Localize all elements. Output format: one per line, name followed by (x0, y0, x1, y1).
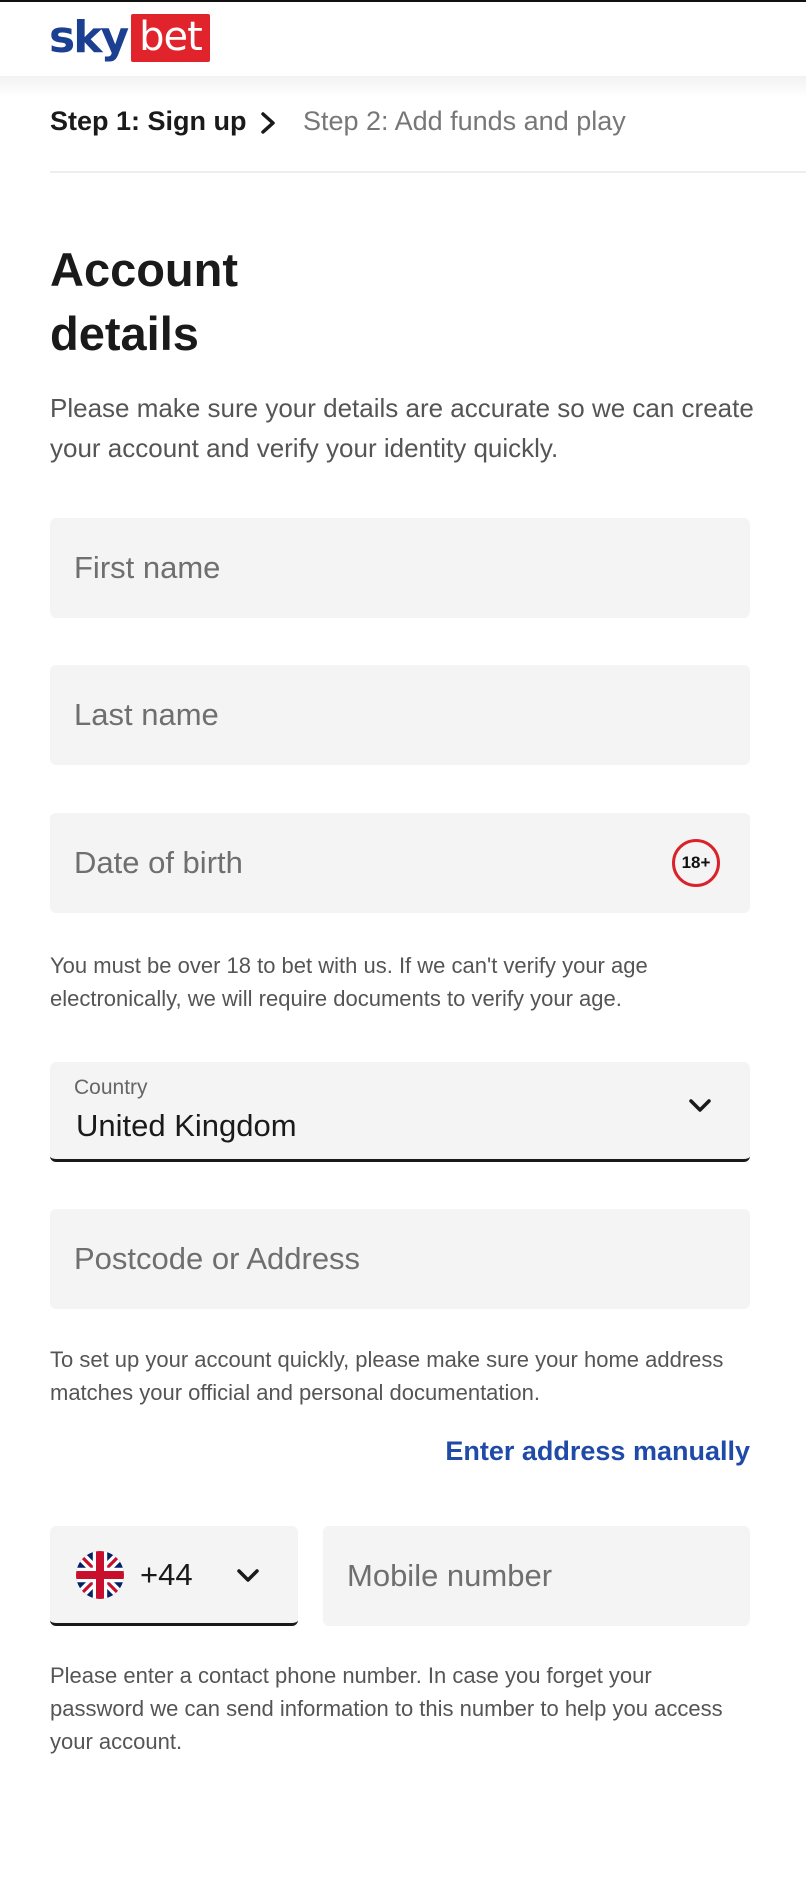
last-name-placeholder: Last name (74, 697, 219, 732)
date-of-birth-field[interactable]: Date of birth 18+ (50, 813, 750, 913)
page-title: Account details (50, 243, 238, 360)
site-header: sky bet (0, 2, 806, 76)
country-code-select[interactable]: +44 (50, 1526, 298, 1626)
date-of-birth-placeholder: Date of birth (74, 845, 243, 880)
signup-steps: Step 1: Sign up Step 2: Add funds and pl… (0, 76, 806, 172)
uk-flag-icon (76, 1551, 124, 1599)
step-2-label: Step 2: Add funds and play (303, 106, 626, 136)
phone-help-text: Please enter a contact phone number. In … (50, 1663, 723, 1754)
country-code-value: +44 (140, 1557, 193, 1592)
chevron-right-icon (261, 112, 275, 134)
steps-divider (50, 171, 806, 173)
first-name-placeholder: First name (74, 550, 221, 585)
country-label: Country (74, 1076, 148, 1099)
chevron-down-icon (237, 1569, 259, 1582)
skybet-logo[interactable]: sky bet (49, 14, 210, 62)
chevron-down-icon (689, 1099, 711, 1112)
intro-text: Please make sure your details are accura… (50, 393, 754, 463)
postcode-address-field[interactable]: Postcode or Address (50, 1209, 750, 1309)
first-name-field[interactable]: First name (50, 518, 750, 618)
country-value: United Kingdom (76, 1108, 297, 1143)
enter-address-manually-link[interactable]: Enter address manually (445, 1436, 750, 1467)
logo-bet-text: bet (131, 14, 210, 62)
country-select[interactable]: Country United Kingdom (50, 1062, 750, 1162)
mobile-number-field[interactable]: Mobile number (323, 1526, 750, 1626)
logo-sky-text: sky (49, 12, 129, 63)
postcode-address-placeholder: Postcode or Address (74, 1241, 361, 1276)
age-18-badge: 18+ (672, 839, 720, 887)
mobile-number-placeholder: Mobile number (347, 1558, 553, 1593)
last-name-field[interactable]: Last name (50, 665, 750, 765)
address-help-text: To set up your account quickly, please m… (50, 1347, 724, 1405)
age-help-text: You must be over 18 to bet with us. If w… (50, 953, 648, 1011)
step-1-label: Step 1: Sign up (50, 106, 247, 136)
